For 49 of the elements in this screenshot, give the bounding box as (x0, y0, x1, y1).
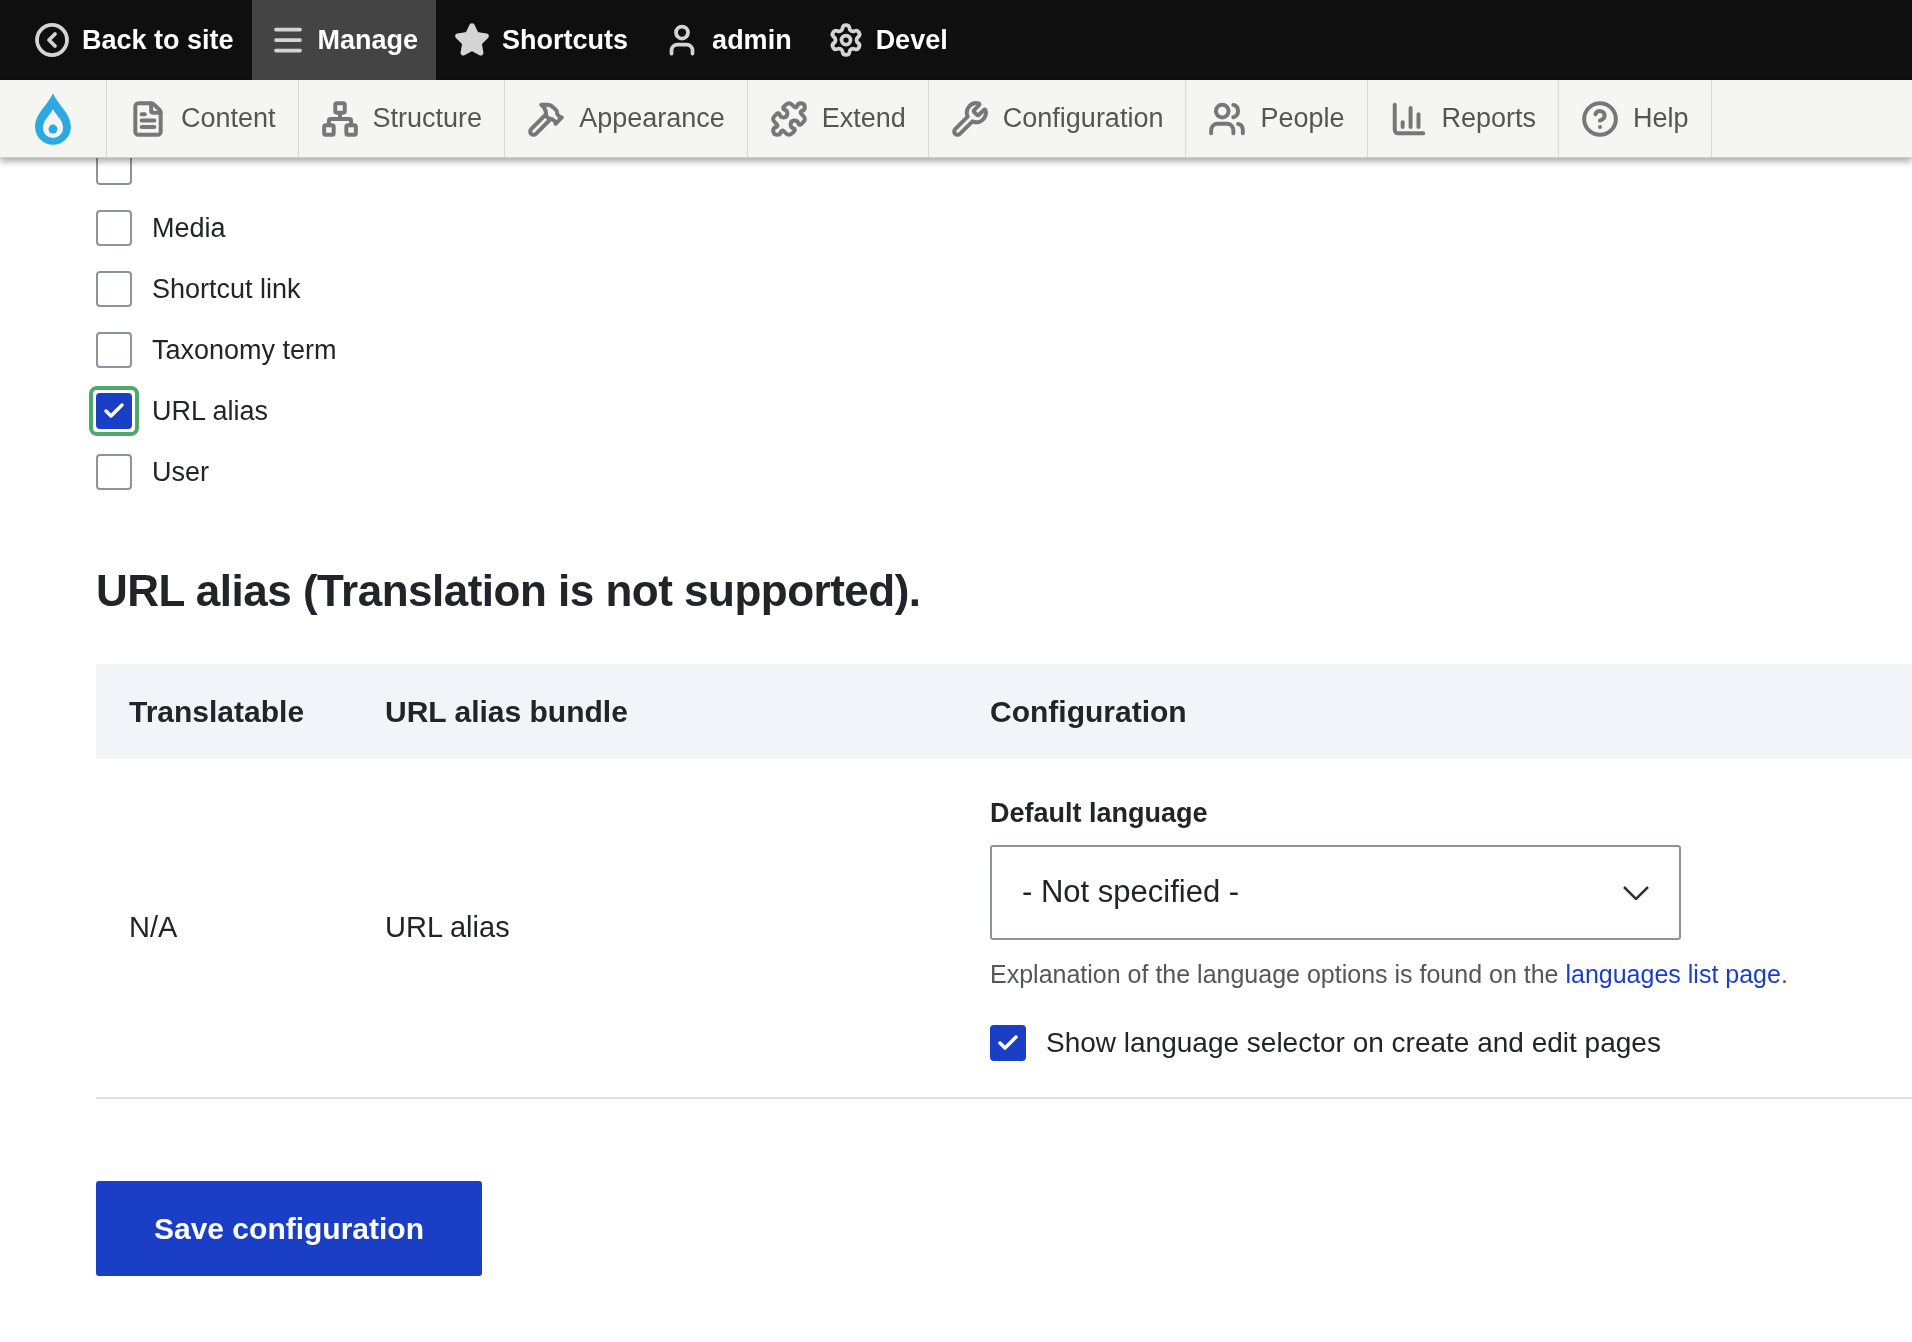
toolbar-tab[interactable]: Shortcuts (436, 0, 647, 80)
toolbar-tab[interactable]: Manage (251, 0, 437, 80)
menu-tab[interactable]: Structure (298, 80, 506, 157)
menu-tab[interactable]: Appearance (505, 80, 748, 157)
help-icon (1581, 99, 1620, 138)
languages-link[interactable]: languages list page (1565, 960, 1781, 988)
toolbar-tab[interactable]: admin (646, 0, 810, 80)
chevron-down-icon (1623, 885, 1649, 900)
checkbox[interactable] (96, 393, 132, 429)
column-header: URL alias bundle (385, 694, 629, 730)
checkbox-row[interactable]: User (89, 447, 209, 497)
checkbox[interactable] (96, 332, 132, 368)
menu-tab[interactable]: Reports (1367, 80, 1560, 157)
save-configuration-button[interactable]: Save configuration (96, 1181, 482, 1276)
menu-tab[interactable]: Help (1559, 80, 1712, 157)
field-description: Explanation of the language options is found on the languages list page. (990, 959, 1788, 990)
checkbox-row[interactable]: Shortcut link (89, 264, 301, 314)
checkbox-row[interactable]: Show language selector on create and edit pages (990, 1021, 1661, 1064)
language-select[interactable]: - Not specified - (990, 845, 1681, 940)
star-icon (454, 22, 491, 58)
checkbox-label: URL alias (152, 394, 269, 428)
field-label: Default language (990, 796, 1209, 830)
checkbox[interactable] (96, 210, 132, 246)
menu-tab[interactable]: Extend (747, 80, 929, 157)
checkbox-row[interactable]: Media (89, 203, 226, 253)
table-cell-text: URL alias (385, 910, 511, 946)
menu-tab[interactable]: People (1186, 80, 1368, 157)
checkbox-label: User (152, 455, 209, 489)
table-cell-text: N/A (128, 910, 179, 946)
menu-tab[interactable]: Content (107, 80, 299, 157)
toolbar-tab[interactable]: Back to site (16, 0, 252, 80)
wrench-icon (950, 99, 989, 138)
puzzle-icon (769, 99, 808, 138)
column-header: Configuration (990, 694, 1187, 730)
checkbox-label: Show language selector on create and edit pages (1046, 1025, 1661, 1060)
checkbox-label: Taxonomy term (152, 333, 337, 367)
sitemap-icon (320, 99, 359, 138)
checkbox-row[interactable]: URL alias (89, 386, 269, 436)
checkbox-label: Media (152, 211, 226, 245)
checkbox[interactable] (96, 454, 132, 490)
checkbox-row[interactable]: Taxonomy term (89, 325, 337, 375)
menu-tab[interactable]: Configuration (928, 80, 1187, 157)
checkbox[interactable] (96, 271, 132, 307)
toolbar-tab[interactable]: Devel (809, 0, 966, 80)
column-header: Translatable (128, 694, 306, 730)
back-icon (34, 22, 70, 58)
checkbox[interactable] (990, 1024, 1026, 1061)
section-heading: URL alias (Translation is not supported). (96, 565, 922, 617)
checkbox-label: Shortcut link (152, 272, 301, 306)
